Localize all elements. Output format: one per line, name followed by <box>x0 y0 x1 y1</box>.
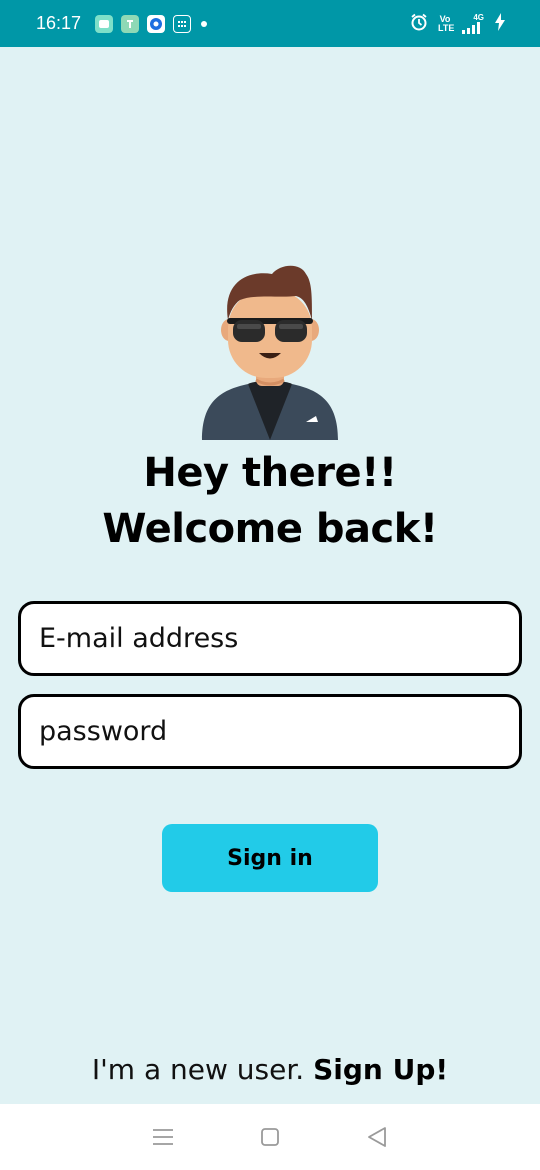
system-nav-bar <box>0 1104 540 1170</box>
status-bar: 16:17 Vo LTE 4G <box>0 0 540 47</box>
status-right-icons: Vo LTE 4G <box>410 0 506 47</box>
circle-app-icon <box>147 14 166 33</box>
password-input[interactable] <box>39 716 519 747</box>
network-type: 4G <box>473 13 484 22</box>
signup-prefix: I'm a new user. <box>91 1053 305 1086</box>
back-triangle-icon[interactable] <box>357 1117 397 1157</box>
signup-row: I'm a new user. Sign Up! <box>0 1053 540 1086</box>
password-field[interactable] <box>18 694 522 769</box>
welcome-headline: Hey there!! Welcome back! <box>102 450 438 552</box>
signal-icon: 4G <box>462 13 484 34</box>
alarm-icon <box>410 13 428 35</box>
avatar-illustration <box>200 262 340 440</box>
sign-up-link[interactable]: Sign Up! <box>313 1053 448 1086</box>
home-square-icon[interactable] <box>250 1117 290 1157</box>
app-icon <box>121 14 140 33</box>
sign-in-button[interactable]: Sign in <box>162 824 378 892</box>
email-input[interactable] <box>39 623 519 654</box>
notification-dot <box>201 20 208 27</box>
email-field[interactable] <box>18 601 522 676</box>
notification-icons <box>95 14 208 33</box>
status-time: 16:17 <box>36 13 82 33</box>
calendar-icon <box>173 14 192 33</box>
charging-icon <box>494 12 506 36</box>
volte-icon: Vo LTE <box>438 13 455 33</box>
messages-icon <box>95 14 114 33</box>
menu-icon[interactable] <box>143 1117 183 1157</box>
